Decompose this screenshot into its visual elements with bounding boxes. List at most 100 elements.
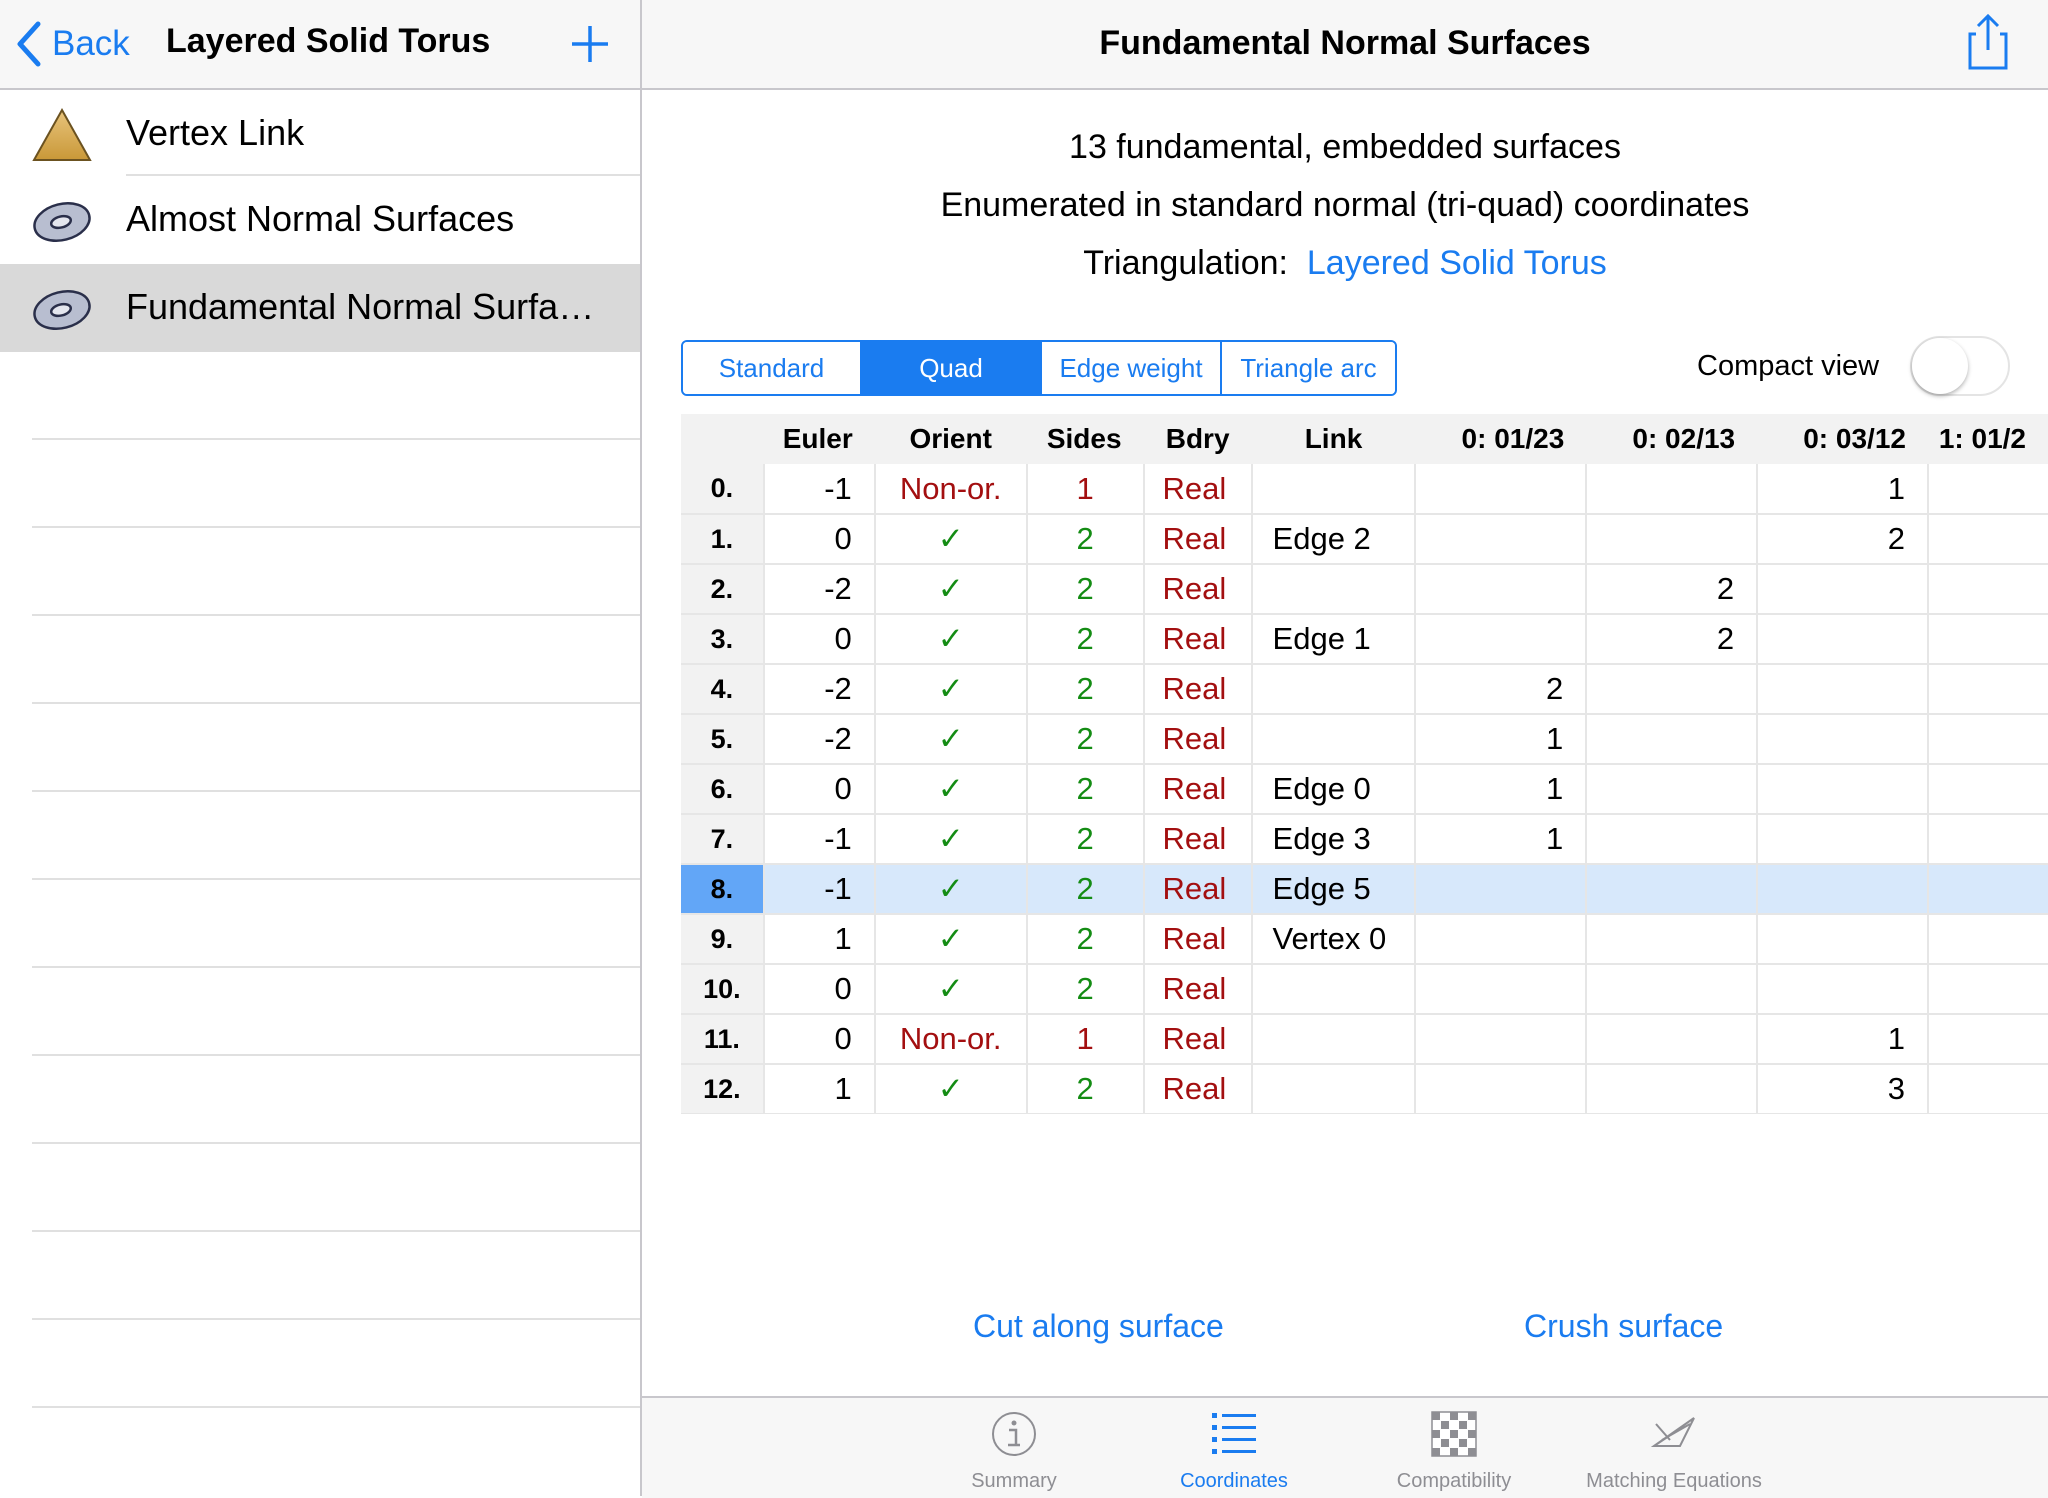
cell-bdry: Real xyxy=(1142,964,1252,1015)
cell-bdry: Real xyxy=(1142,864,1252,915)
table-row[interactable]: 0. -1 Non-or. 1 Real 1 xyxy=(681,464,2048,515)
cell-row-index: 5. xyxy=(681,714,764,765)
cell-sides: 2 xyxy=(1025,964,1144,1015)
sidebar-item-fundamental-normal-surfaces[interactable]: Fundamental Normal Surfa… xyxy=(0,264,640,352)
cell-euler: -2 xyxy=(762,714,875,765)
cell-sides: 2 xyxy=(1025,864,1144,915)
separator xyxy=(32,790,640,792)
cell-coord-0-03-12 xyxy=(1756,814,1928,865)
segment-triangle-arc[interactable]: Triangle arc xyxy=(1222,342,1395,394)
back-label: Back xyxy=(52,24,130,63)
cell-link: Edge 1 xyxy=(1250,614,1416,665)
table-row[interactable]: 6. 0 ✓ 2 Real Edge 01 xyxy=(681,764,2048,815)
cell-sides: 2 xyxy=(1025,914,1144,965)
cell-orient: Non-or. xyxy=(873,464,1027,515)
chevron-left-icon xyxy=(17,21,41,67)
segment-standard[interactable]: Standard xyxy=(683,342,862,394)
cell-euler: 0 xyxy=(762,514,875,565)
surface-icon xyxy=(33,202,91,242)
sidebar-item-almost-normal-surfaces[interactable]: Almost Normal Surfaces xyxy=(0,176,640,264)
cell-coord-0-01-23 xyxy=(1414,914,1587,965)
separator xyxy=(32,878,640,880)
segment-quad[interactable]: Quad xyxy=(862,342,1042,394)
cell-coord-0-02-13 xyxy=(1585,1014,1758,1065)
header-euler: Euler xyxy=(763,414,875,464)
cell-coord-0-02-13 xyxy=(1585,914,1758,965)
grid-icon xyxy=(1431,1411,1477,1457)
cut-along-surface-button[interactable]: Cut along surface xyxy=(973,1308,1224,1345)
cell-coord-0-02-13 xyxy=(1585,464,1758,515)
cell-coord-0-02-13 xyxy=(1585,814,1758,865)
surfaces-table: Euler Orient Sides Bdry Link 0: 01/23 0: 02/13… xyxy=(681,414,2048,1114)
table-row[interactable]: 1. 0 ✓ 2 Real Edge 22 xyxy=(681,514,2048,565)
cell-bdry: Real xyxy=(1142,664,1252,715)
header-coord-0-01-23: 0: 01/23 xyxy=(1415,414,1587,464)
cell-euler: -2 xyxy=(762,664,875,715)
table-row[interactable]: 12. 1 ✓ 2 Real 3 xyxy=(681,1064,2048,1114)
cell-row-index: 7. xyxy=(681,814,764,865)
summary-coordinates: Enumerated in standard normal (tri-quad)… xyxy=(940,186,1750,224)
separator xyxy=(32,1054,640,1056)
cell-orient: ✓ xyxy=(873,864,1027,915)
cell-euler: 1 xyxy=(762,1064,875,1114)
sidebar: Back Layered Solid Torus Vertex Link Alm… xyxy=(0,0,642,1496)
cell-orient: ✓ xyxy=(873,714,1027,765)
cell-euler: 0 xyxy=(762,614,875,665)
triangulation-line: Triangulation: Layered Solid Torus xyxy=(642,244,2048,283)
table-header: Euler Orient Sides Bdry Link 0: 01/23 0: 02/13… xyxy=(681,414,2048,464)
share-icon[interactable] xyxy=(1966,12,2010,72)
cell-coord-1-01-2 xyxy=(1926,614,2048,665)
cell-coord-0-02-13 xyxy=(1585,764,1758,815)
table-row[interactable]: 7. -1 ✓ 2 Real Edge 31 xyxy=(681,814,2048,865)
table-row[interactable]: 5. -2 ✓ 2 Real 1 xyxy=(681,714,2048,765)
cell-orient: ✓ xyxy=(873,514,1027,565)
cell-link: Edge 3 xyxy=(1250,814,1416,865)
plus-icon[interactable] xyxy=(568,22,612,66)
cell-coord-0-03-12: 3 xyxy=(1756,1064,1928,1114)
tab-compatibility[interactable]: Compatibility xyxy=(1354,1398,1554,1498)
cell-coord-1-01-2 xyxy=(1926,914,2048,965)
cell-bdry: Real xyxy=(1142,614,1252,665)
cell-coord-1-01-2 xyxy=(1926,664,2048,715)
cell-coord-0-02-13 xyxy=(1585,864,1758,915)
cell-sides: 2 xyxy=(1025,514,1144,565)
sidebar-item-label: Almost Normal Surfaces xyxy=(126,198,515,239)
cell-link xyxy=(1250,714,1416,765)
cell-link xyxy=(1250,964,1416,1015)
table-row[interactable]: 3. 0 ✓ 2 Real Edge 12 xyxy=(681,614,2048,665)
triangulation-link[interactable]: Layered Solid Torus xyxy=(1307,244,1607,282)
segment-edge-weight[interactable]: Edge weight xyxy=(1042,342,1222,394)
cell-coord-0-03-12: 2 xyxy=(1756,514,1928,565)
cell-coord-0-03-12: 1 xyxy=(1756,1014,1928,1065)
back-button[interactable]: Back xyxy=(14,16,130,72)
cell-row-index: 8. xyxy=(681,864,764,915)
cell-sides: 2 xyxy=(1025,764,1144,815)
cell-bdry: Real xyxy=(1142,1014,1252,1065)
table-row[interactable]: 11. 0 Non-or. 1 Real 1 xyxy=(681,1014,2048,1065)
table-row[interactable]: 9. 1 ✓ 2 Real Vertex 0 xyxy=(681,914,2048,965)
table-row[interactable]: 2. -2 ✓ 2 Real 2 xyxy=(681,564,2048,615)
table-row[interactable]: 4. -2 ✓ 2 Real 2 xyxy=(681,664,2048,715)
cell-link xyxy=(1250,664,1416,715)
cell-row-index: 10. xyxy=(681,964,764,1015)
cell-coord-0-01-23 xyxy=(1414,614,1587,665)
cell-sides: 2 xyxy=(1025,664,1144,715)
sidebar-item-vertex-link[interactable]: Vertex Link xyxy=(0,90,640,178)
cell-euler: 0 xyxy=(762,1014,875,1065)
triangulation-label: Triangulation: xyxy=(1083,244,1288,282)
cell-link: Edge 0 xyxy=(1250,764,1416,815)
crush-surface-button[interactable]: Crush surface xyxy=(1524,1308,1723,1345)
tab-summary[interactable]: Summary xyxy=(914,1398,1114,1498)
cell-coord-0-02-13 xyxy=(1585,964,1758,1015)
separator xyxy=(32,614,640,616)
compact-view-toggle[interactable] xyxy=(1910,336,2010,396)
cell-link: Edge 5 xyxy=(1250,864,1416,915)
cell-euler: 0 xyxy=(762,764,875,815)
cell-coord-0-01-23 xyxy=(1414,1014,1587,1065)
tab-coordinates[interactable]: Coordinates xyxy=(1134,1398,1334,1498)
table-row[interactable]: 8. -1 ✓ 2 Real Edge 5 xyxy=(681,864,2048,915)
tab-matching-equations[interactable]: Matching Equations xyxy=(1574,1398,1774,1498)
table-row[interactable]: 10. 0 ✓ 2 Real xyxy=(681,964,2048,1015)
cell-sides: 2 xyxy=(1025,714,1144,765)
cell-coord-0-02-13 xyxy=(1585,664,1758,715)
